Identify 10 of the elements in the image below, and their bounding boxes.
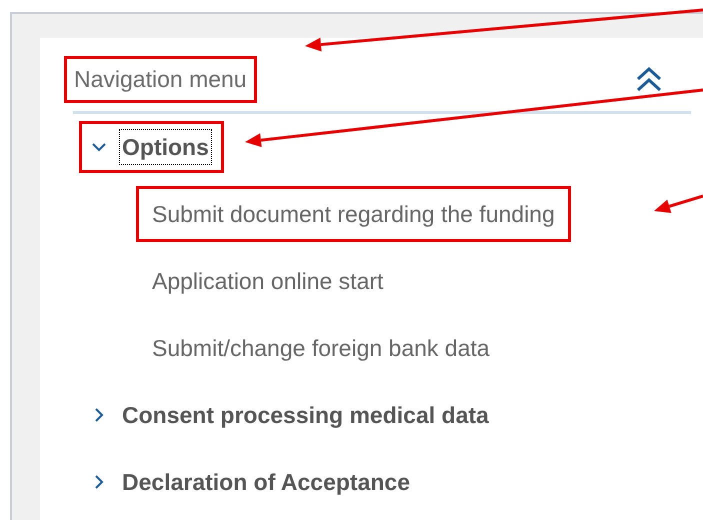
nav-group-toggle[interactable]: Options [79, 120, 224, 174]
nav-group-toggle[interactable]: Consent processing medical data [79, 388, 504, 442]
annotation-arrow [654, 194, 703, 213]
nav-group-toggle[interactable]: Declaration of Acceptance [79, 456, 426, 508]
nav-link[interactable]: Application online start [136, 252, 400, 310]
collapse-button[interactable] [635, 66, 663, 92]
panel-title: Navigation menu [64, 56, 257, 102]
double-chevron-icon [635, 66, 663, 92]
nav-link[interactable]: Submit/change foreign bank data [136, 320, 506, 376]
nav-link[interactable]: Submit document regarding the funding [136, 186, 571, 242]
